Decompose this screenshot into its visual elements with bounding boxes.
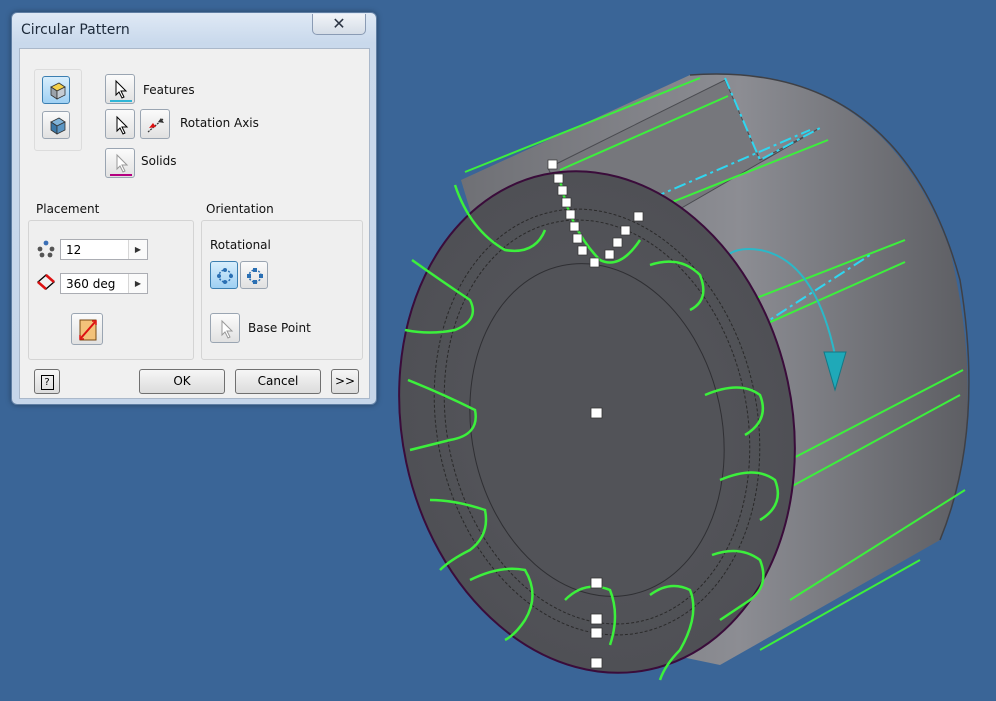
rotational-label: Rotational [210, 238, 271, 252]
flip-axis-icon[interactable] [140, 109, 170, 139]
placement-heading: Placement [36, 202, 100, 216]
placement-group: 12 ▶ 360 deg ▶ [28, 220, 194, 360]
pattern-features-icon[interactable] [42, 76, 70, 104]
circular-pattern-dialog: Circular Pattern ✕ Features Rotation Axi… [11, 12, 377, 405]
features-label: Features [143, 83, 195, 97]
select-arrow-icon [115, 79, 128, 99]
select-arrow-icon [116, 153, 129, 173]
angle-value: 360 deg [66, 277, 116, 291]
angle-arrow-icon[interactable]: ▶ [128, 274, 147, 293]
dialog-client-area: Features Rotation Axis Solids Placement … [19, 48, 370, 399]
angle-input[interactable]: 360 deg ▶ [60, 273, 148, 294]
orientation-heading: Orientation [206, 202, 274, 216]
fixed-icon[interactable] [240, 261, 268, 289]
solids-select-button[interactable] [105, 148, 135, 178]
cancel-button[interactable]: Cancel [235, 369, 321, 394]
dialog-titlebar[interactable]: Circular Pattern ✕ [12, 13, 376, 47]
select-arrow-icon [221, 319, 234, 339]
pattern-mode-group [34, 69, 82, 151]
rotation-axis-select-button[interactable] [105, 109, 135, 139]
pattern-solids-icon[interactable] [42, 111, 70, 139]
features-select-button[interactable] [105, 74, 135, 104]
dialog-title: Circular Pattern [21, 22, 130, 38]
count-dots-icon [37, 240, 55, 258]
help-button[interactable]: ? [34, 369, 60, 394]
base-point-label: Base Point [248, 321, 311, 335]
count-input[interactable]: 12 ▶ [60, 239, 148, 260]
angle-icon [37, 274, 55, 290]
orientation-group: Rotational Base Point [201, 220, 363, 360]
base-point-select-button[interactable] [210, 313, 240, 343]
count-arrow-icon[interactable]: ▶ [128, 240, 147, 259]
more-options-button[interactable]: >> [331, 369, 359, 394]
ok-button[interactable]: OK [139, 369, 225, 394]
rotation-axis-label: Rotation Axis [180, 116, 259, 130]
count-value: 12 [66, 243, 82, 257]
close-button[interactable]: ✕ [312, 14, 366, 35]
solids-label: Solids [141, 154, 177, 168]
help-icon: ? [40, 375, 54, 390]
midplane-icon[interactable] [71, 313, 103, 345]
rotational-icon[interactable] [210, 261, 238, 289]
select-arrow-icon [116, 115, 129, 135]
